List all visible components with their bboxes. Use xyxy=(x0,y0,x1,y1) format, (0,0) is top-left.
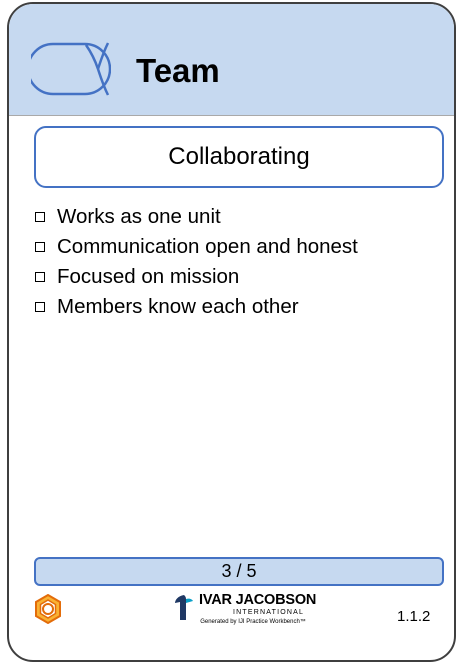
checklist-item-label: Focused on mission xyxy=(57,265,240,288)
checklist-item-label: Works as one unit xyxy=(57,205,221,228)
checklist-item: Focused on mission xyxy=(35,262,358,292)
checklist: Works as one unit Communication open and… xyxy=(35,202,358,322)
checkbox-icon[interactable] xyxy=(35,242,45,252)
logo-mark-icon xyxy=(175,595,193,620)
checklist-item-label: Members know each other xyxy=(57,295,299,318)
checklist-item: Communication open and honest xyxy=(35,232,358,262)
gear-icon xyxy=(35,594,61,624)
state-name-box: Collaborating xyxy=(34,126,444,188)
progress-label: 3 / 5 xyxy=(221,561,257,581)
alpha-title: Team xyxy=(136,52,220,89)
logo-subtitle: INTERNATIONAL xyxy=(233,609,305,616)
state-progress: 3 / 5 xyxy=(34,557,444,586)
checkbox-icon[interactable] xyxy=(35,272,45,282)
checklist-item: Works as one unit xyxy=(35,202,358,232)
alpha-icon xyxy=(31,42,111,96)
state-name: Collaborating xyxy=(168,143,310,170)
alpha-state-card: Team Collaborating Works as one unit Com… xyxy=(7,2,456,662)
ivar-jacobson-logo: IVAR JACOBSON INTERNATIONAL Generated by… xyxy=(173,591,333,631)
card-header: Team xyxy=(9,4,454,116)
version-label: 1.1.2 xyxy=(397,608,431,625)
checkbox-icon[interactable] xyxy=(35,302,45,312)
logo-name: IVAR JACOBSON xyxy=(199,592,317,608)
checkbox-icon[interactable] xyxy=(35,212,45,222)
checklist-item: Members know each other xyxy=(35,292,358,322)
checklist-item-label: Communication open and honest xyxy=(57,235,358,258)
generated-by-text: Generated by IJI Practice Workbench™ xyxy=(200,619,306,625)
